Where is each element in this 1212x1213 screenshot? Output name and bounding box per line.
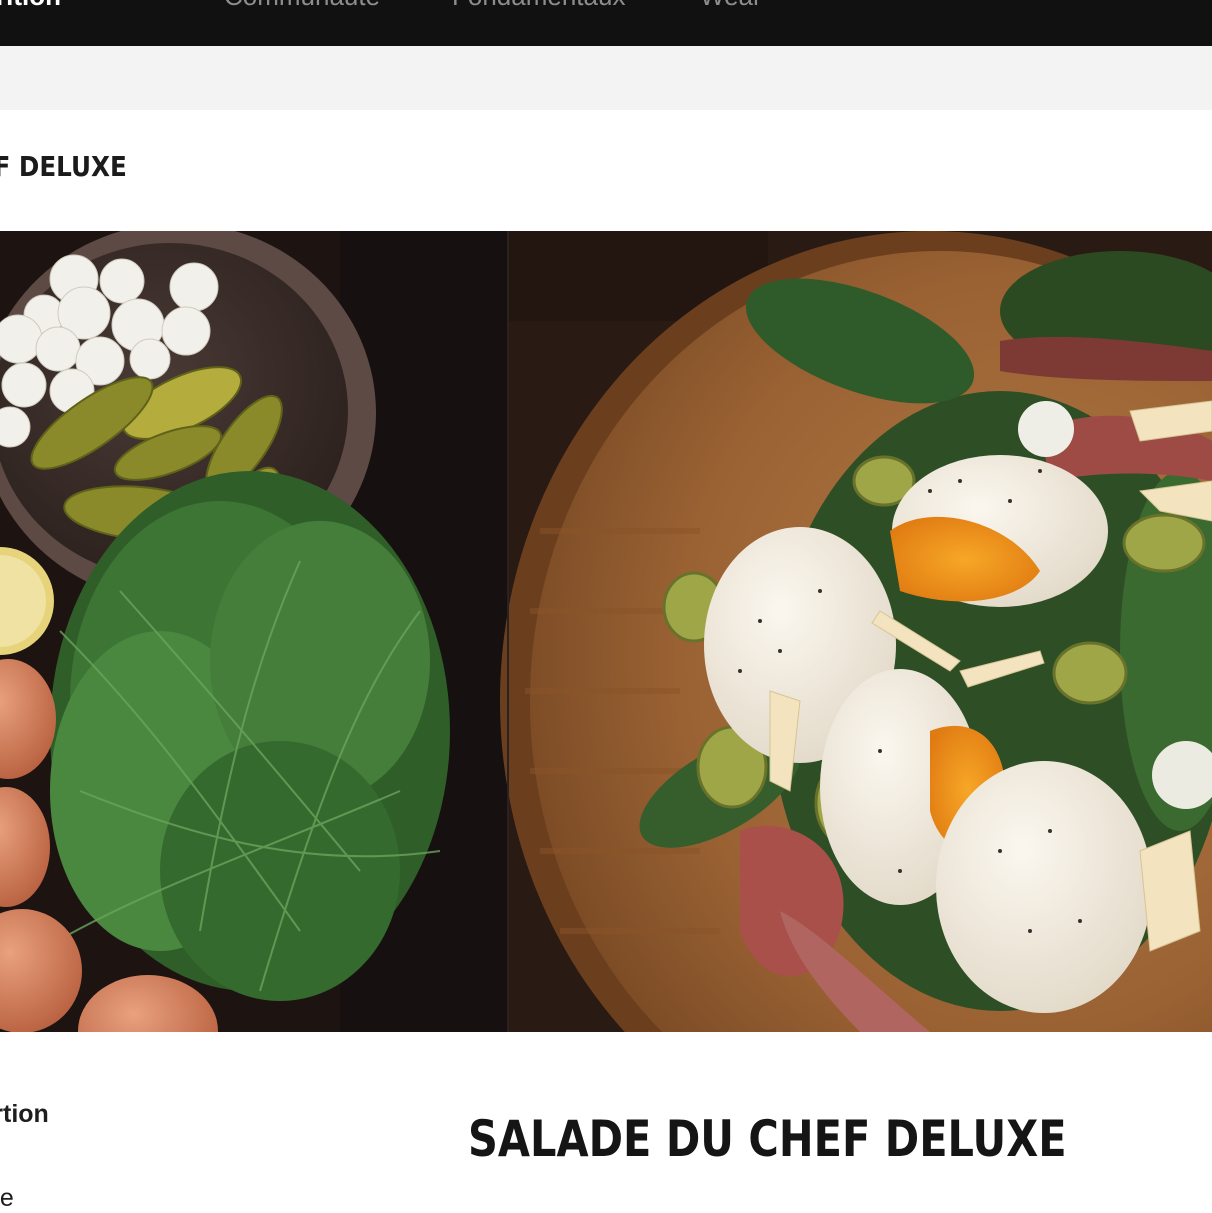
salad-photo bbox=[500, 231, 1212, 1032]
page-title: HEF DELUXE bbox=[0, 150, 127, 183]
nav-item-fondamentaux[interactable]: Fondamentaux bbox=[452, 0, 625, 12]
hero-image-strip bbox=[0, 231, 1212, 1032]
nav-item-wear[interactable]: Wear bbox=[700, 0, 762, 12]
ingredients-photo bbox=[0, 231, 508, 1032]
nav-item-communaute[interactable]: Communauté bbox=[224, 0, 380, 12]
hero-illustration bbox=[0, 231, 1212, 1032]
sub-navigation-bar bbox=[0, 46, 1212, 110]
top-navigation: rition Communauté Fondamentaux Wear bbox=[0, 0, 1212, 46]
info-value: tte bbox=[0, 1184, 14, 1212]
recipe-title: SALADE DU CHEF DELUXE bbox=[468, 1110, 1067, 1168]
nav-brand-link[interactable]: rition bbox=[0, 0, 61, 12]
info-label-portion: ortion bbox=[0, 1100, 49, 1128]
